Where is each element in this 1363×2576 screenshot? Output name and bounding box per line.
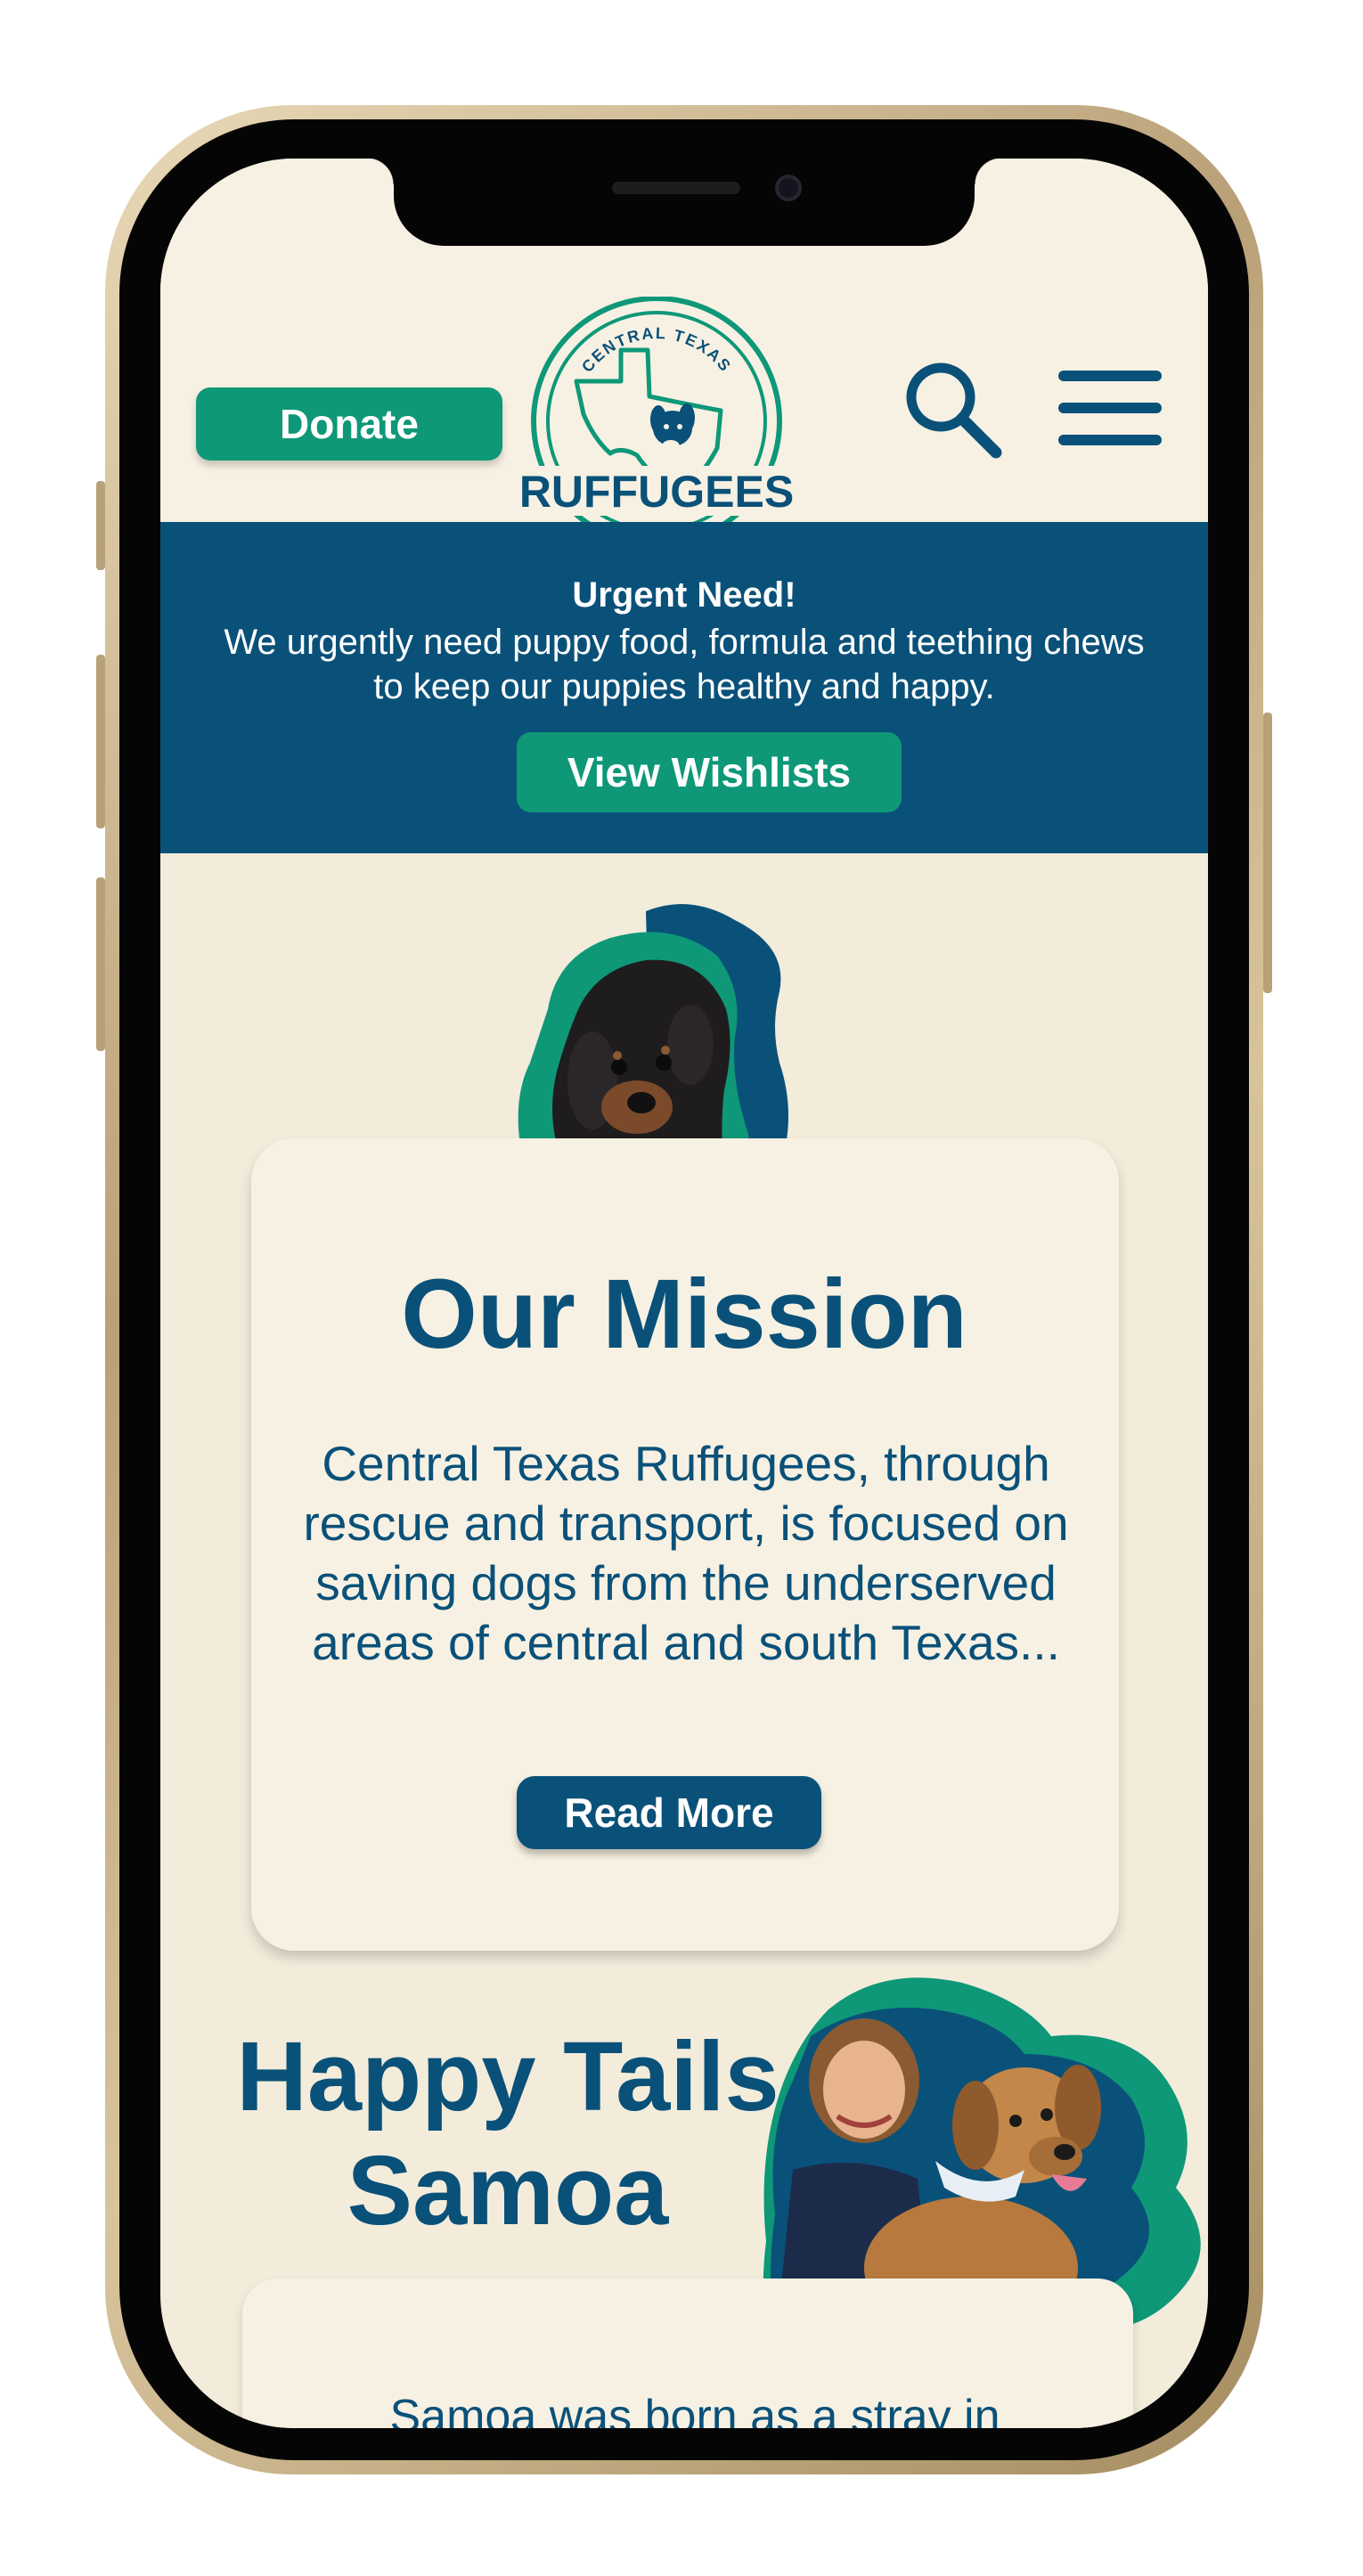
happy-tails-text: Samoa was born as a stray in xyxy=(389,2391,1000,2428)
menu-bar xyxy=(1058,435,1162,445)
donate-button[interactable]: Donate xyxy=(196,387,502,461)
speaker-grille xyxy=(612,182,740,194)
banner-text: We urgently need puppy food, formula and… xyxy=(224,623,1145,706)
banner-title: Urgent Need! xyxy=(572,575,796,615)
phone-power-button xyxy=(1263,713,1272,993)
phone-volume-up-button xyxy=(96,655,105,828)
hamburger-menu-icon[interactable] xyxy=(1058,371,1162,445)
phone-mute-switch xyxy=(96,481,105,570)
search-icon[interactable] xyxy=(900,356,1005,461)
menu-bar xyxy=(1058,371,1162,381)
phone-volume-down-button xyxy=(96,877,105,1051)
front-camera xyxy=(775,175,802,201)
mission-title: Our Mission xyxy=(401,1259,967,1369)
svg-text:RUFFUGEES: RUFFUGEES xyxy=(519,467,794,517)
happy-tails-title: Happy Tails Samoa xyxy=(214,2020,802,2248)
mission-text: Central Texas Ruffugees, through rescue … xyxy=(303,1436,1069,1670)
urgent-need-banner: Urgent Need! We urgently need puppy food… xyxy=(160,522,1208,853)
happy-tails-title-line1: Happy Tails xyxy=(236,2022,779,2132)
read-more-button[interactable]: Read More xyxy=(517,1776,821,1849)
view-wishlists-button[interactable]: View Wishlists xyxy=(517,732,902,812)
phone-screen: Donate CENTRAL TEXAS RUFFUGEES Urgent Ne… xyxy=(160,159,1208,2428)
phone-notch xyxy=(367,159,1001,246)
happy-tails-title-line2: Samoa xyxy=(347,2136,669,2246)
menu-bar xyxy=(1058,403,1162,413)
